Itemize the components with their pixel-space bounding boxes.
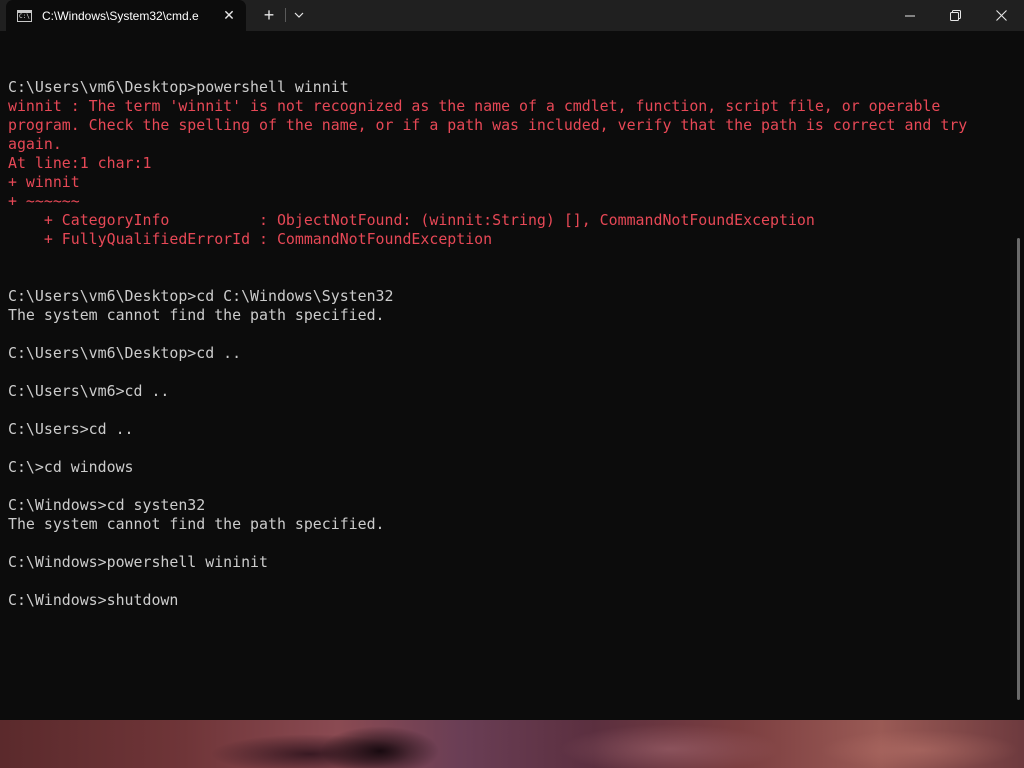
tab-divider [285, 8, 286, 22]
profile-dropdown-button[interactable] [290, 5, 308, 25]
terminal-error-line: + FullyQualifiedErrorId : CommandNotFoun… [8, 230, 493, 248]
terminal-error-line: + CategoryInfo : ObjectNotFound: (winnit… [8, 211, 815, 229]
restore-icon [949, 10, 961, 21]
terminal-line: C:\Users\vm6>cd .. [8, 382, 170, 400]
terminal-icon: C:\ [17, 9, 32, 22]
close-tab-button[interactable]: ✕ [220, 6, 238, 24]
terminal-error-line: At line:1 char:1 [8, 154, 152, 172]
terminal-output[interactable]: C:\Users\vm6\Desktop>powershell winnit wi… [8, 78, 1008, 610]
terminal-line: C:\Windows>powershell wininit [8, 553, 268, 571]
scrollbar[interactable] [1017, 238, 1020, 700]
tab-title: C:\Windows\System32\cmd.e [42, 8, 199, 23]
terminal-error-line: program. Check the spelling of the name,… [8, 116, 968, 134]
chevron-down-icon [294, 12, 304, 18]
close-window-button[interactable] [978, 0, 1024, 31]
plus-icon: + [263, 5, 275, 25]
new-tab-button[interactable]: + [258, 5, 280, 25]
minimize-button[interactable] [887, 0, 933, 31]
terminal-error-line: + winnit [8, 173, 80, 191]
terminal-line: C:\Users\vm6\Desktop>powershell winnit [8, 78, 349, 96]
terminal-line: C:\Windows>cd systen32 [8, 496, 206, 514]
terminal-line: C:\Users\vm6\Desktop>cd C:\Windows\Syste… [8, 287, 394, 305]
close-icon [995, 10, 1007, 21]
tab-cmd[interactable]: C:\ C:\Windows\System32\cmd.e ✕ [6, 0, 246, 31]
terminal-line: The system cannot find the path specifie… [8, 306, 385, 324]
terminal-line: C:\>cd windows [8, 458, 134, 476]
terminal-error-line: winnit : The term 'winnit' is not recogn… [8, 97, 941, 115]
maximize-button[interactable] [932, 0, 978, 31]
minimize-icon [905, 15, 915, 16]
title-bar: C:\ C:\Windows\System32\cmd.e ✕ + [0, 0, 1024, 31]
terminal-line: C:\Users\vm6\Desktop>cd .. [8, 344, 242, 362]
close-icon: ✕ [223, 7, 235, 23]
terminal-line: The system cannot find the path specifie… [8, 515, 385, 533]
terminal-error-line: again. [8, 135, 62, 153]
terminal-window: C:\ C:\Windows\System32\cmd.e ✕ + C:\Use… [0, 0, 1024, 720]
terminal-error-line: + ~~~~~~ [8, 192, 80, 210]
desktop-wallpaper [0, 720, 1024, 768]
tab-icon-label: C:\ [19, 12, 30, 20]
terminal-line: C:\Users>cd .. [8, 420, 134, 438]
terminal-line: C:\Windows>shutdown [8, 591, 179, 609]
